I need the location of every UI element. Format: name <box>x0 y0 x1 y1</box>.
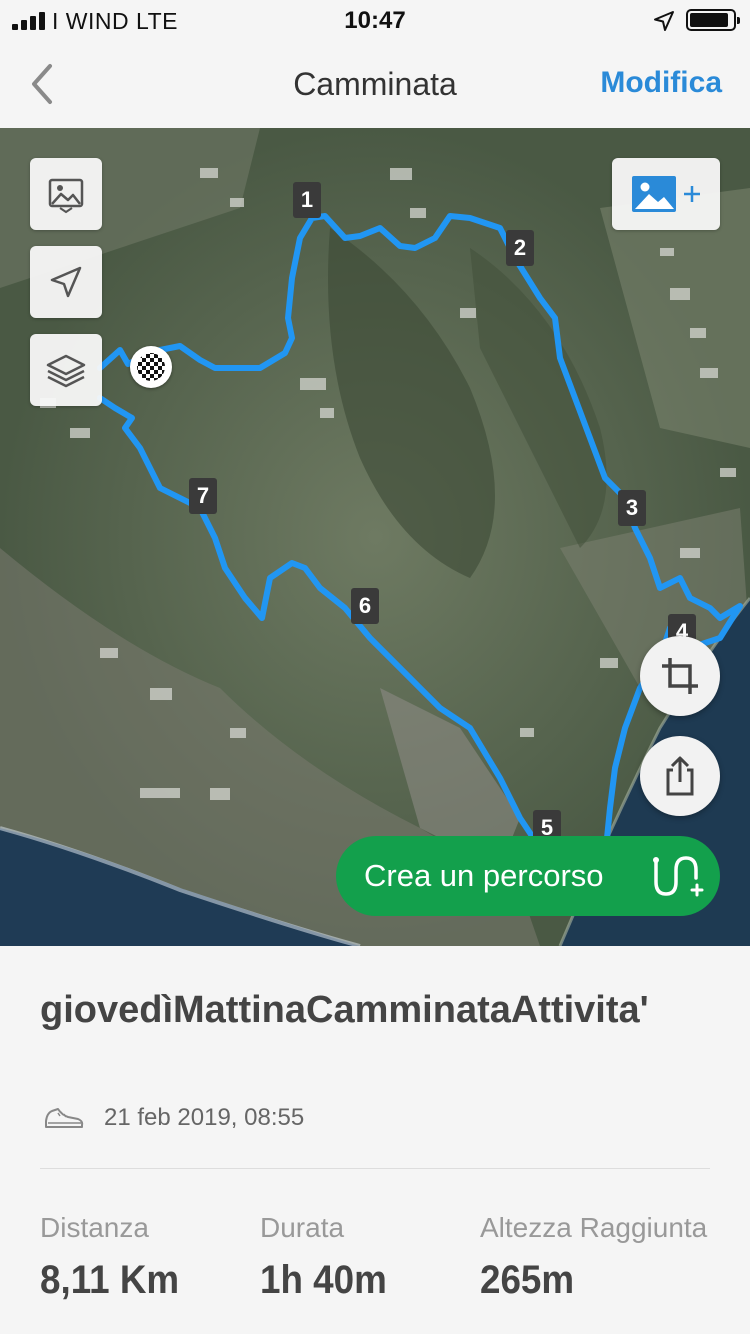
activity-title: giovedìMattinaCamminataAttivita' <box>40 989 649 1031</box>
create-route-label: Crea un percorso <box>364 858 604 893</box>
waypoint-marker[interactable]: 3 <box>618 490 646 526</box>
stat-value: 1h 40m <box>260 1258 387 1302</box>
crop-icon <box>662 658 698 694</box>
stat-label: Distanza <box>40 1212 149 1243</box>
shoe-icon <box>45 1108 84 1128</box>
status-bar: I WIND LTE 10:47 <box>0 0 750 40</box>
stat-elevation: Altezza Raggiunta 265m <box>480 1212 707 1303</box>
waypoint-marker[interactable]: 2 <box>506 230 534 266</box>
stat-distance: Distanza 8,11 Km <box>40 1212 191 1303</box>
navigation-arrow-icon <box>50 266 82 298</box>
activity-meta: 21 feb 2019, 08:55 <box>44 1102 304 1134</box>
status-time: 10:47 <box>344 7 406 34</box>
route-plus-icon <box>653 856 704 897</box>
waypoint-marker[interactable]: 7 <box>189 478 217 514</box>
navigation-bar: Camminata Modifica <box>0 40 750 128</box>
location-services-icon <box>654 11 674 31</box>
layers-icon <box>46 354 86 388</box>
activity-info-panel: giovedìMattinaCamminataAttivita' 21 feb … <box>0 946 750 1334</box>
start-finish-marker[interactable] <box>130 346 172 388</box>
waypoint-marker[interactable]: 1 <box>293 182 321 218</box>
stat-value: 265m <box>480 1258 575 1302</box>
photos-button[interactable] <box>30 158 102 230</box>
photos-icon <box>48 178 84 214</box>
add-photo-icon <box>632 176 700 212</box>
map-view[interactable]: 1 2 3 4 5 6 7 Crea un percorso <box>0 128 750 946</box>
crop-button[interactable] <box>640 636 720 716</box>
battery-level <box>690 13 728 27</box>
stat-label: Durata <box>260 1212 345 1243</box>
navigation-button[interactable] <box>30 246 102 318</box>
stat-value: 8,11 Km <box>40 1258 180 1302</box>
divider <box>40 1168 710 1169</box>
add-photo-button[interactable] <box>612 158 720 230</box>
waypoint-marker[interactable]: 6 <box>351 588 379 624</box>
checkered-flag-icon <box>137 353 165 381</box>
share-button[interactable] <box>640 736 720 816</box>
layers-button[interactable] <box>30 334 102 406</box>
stat-label: Altezza Raggiunta <box>480 1212 708 1243</box>
edit-button[interactable]: Modifica <box>600 66 722 100</box>
satellite-map <box>0 128 750 946</box>
stat-duration: Durata 1h 40m <box>260 1212 398 1303</box>
battery-icon <box>686 9 740 31</box>
share-icon <box>666 756 694 796</box>
activity-date: 21 feb 2019, 08:55 <box>104 1104 305 1131</box>
create-route-button[interactable]: Crea un percorso <box>336 836 720 916</box>
